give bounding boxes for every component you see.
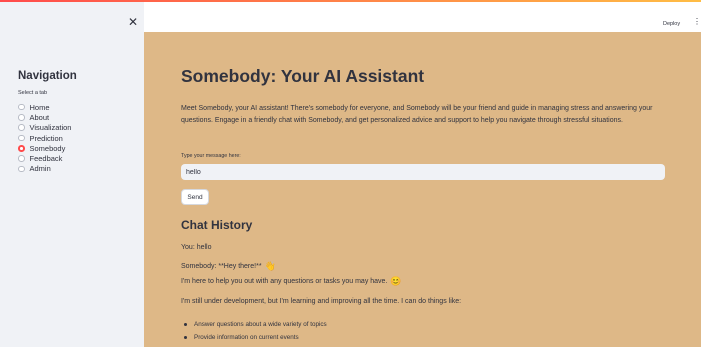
message-input[interactable] [181,164,665,180]
capabilities-list: Answer questions about a wide variety of… [181,318,327,344]
kebab-menu-icon[interactable]: ⋮ [693,18,701,26]
nav-item-label: Feedback [29,154,63,164]
nav-item-label: Prediction [29,133,63,143]
radio-icon[interactable] [18,165,25,173]
nav-item-label: Somebody [29,143,66,153]
list-item: Provide information on current events [181,331,327,344]
radio-icon[interactable] [18,155,25,162]
radio-icon[interactable] [18,103,25,111]
chat-user-text: You: hello [181,244,212,251]
chat-bot-line: I'm still under development, but I'm lea… [181,298,461,305]
page-title: Somebody: Your AI Assistant [181,66,425,86]
bullet-icon [184,336,187,339]
radio-icon[interactable] [18,114,25,121]
message-input-label: Type your message here: [181,153,241,159]
intro-paragraph: Meet Somebody, your AI assistant! There'… [181,105,653,124]
nav-item-label: Admin [29,164,51,174]
nav-item-prediction[interactable]: Prediction [18,133,71,143]
bullet-icon [184,323,187,326]
chat-bot-text: I'm still under development, but I'm lea… [181,298,462,305]
nav-item-about[interactable]: About [18,112,71,122]
close-icon[interactable]: ✕ [128,16,138,28]
nav-item-home[interactable]: Home [18,102,71,112]
main-content: Somebody: Your AI Assistant Meet Somebod… [144,32,701,347]
waving-hand-icon: 👋 [264,261,276,271]
nav-item-label: Home [29,102,50,112]
sidebar: ✕ Navigation Select a tab Home About Vis… [0,2,144,347]
app-header: Deploy ⋮ [144,2,701,32]
chat-bot-text: I'm here to help you out with any questi… [181,278,388,285]
chat-history-title: Chat History [181,218,253,232]
nav-item-label: About [29,112,50,122]
chat-bot-line: I'm here to help you out with any questi… [181,277,402,286]
deploy-button[interactable]: Deploy [663,21,680,27]
list-item-text: Answer questions about a wide variety of… [194,321,327,328]
radio-icon[interactable] [18,124,25,131]
list-item: Answer questions about a wide variety of… [181,318,327,331]
chat-user-message: You: hello [181,244,212,251]
nav-item-visualization[interactable]: Visualization [18,123,71,133]
radio-selected-icon[interactable] [18,145,25,152]
nav-radio-group: Home About Visualization Prediction Some… [18,102,71,174]
sidebar-title: Navigation [18,70,77,82]
list-item-text: Provide information on current events [194,334,299,341]
chat-bot-text: Somebody: **Hey there!** [181,263,262,270]
select-tab-label: Select a tab [18,90,48,96]
chat-bot-message: Somebody: **Hey there!** 👋 [181,262,276,271]
radio-icon[interactable] [18,134,25,142]
nav-item-label: Visualization [29,123,72,133]
nav-item-feedback[interactable]: Feedback [18,153,71,163]
nav-item-somebody[interactable]: Somebody [18,143,71,153]
nav-item-admin[interactable]: Admin [18,164,71,174]
send-button[interactable]: Send [181,189,209,205]
smiling-face-icon: 😊 [390,276,402,286]
